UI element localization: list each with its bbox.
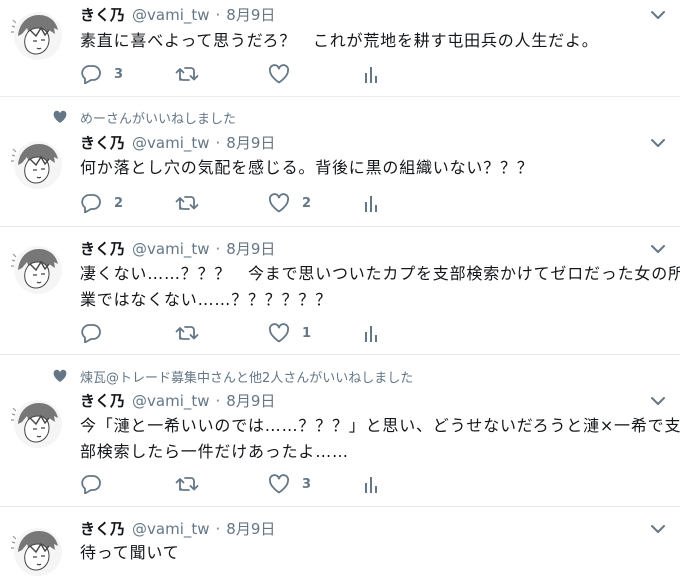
retweet-button[interactable] [175,192,211,214]
analytics-icon [364,323,378,343]
tweet-date[interactable]: 8月9日 [226,390,275,411]
chevron-down-icon[interactable] [650,244,666,256]
tweet-text-line: 凄くない……？？？ 今まで思いついたカプを支部検索かけてゼロだった女の所 [80,264,680,283]
separator: · [215,520,221,538]
retweet-icon [175,194,199,212]
display-name[interactable]: きく乃 [80,390,125,411]
reply-button[interactable]: 2 [80,192,123,214]
social-context: 煉瓦@トレード募集中さんと他2人さんがいいねしました [52,367,413,386]
tweet-header: きく乃 @vami_tw · 8月9日 [80,238,275,260]
tweet-text-line: 部検索したら一件だけあったよ…… [80,442,349,461]
tweet-text-line: 素直に喜べよって思うだろ？ これが荒地を耕す屯田兵の人生だよ。 [80,31,599,50]
tweet-text: 素直に喜べよって思うだろ？ これが荒地を耕す屯田兵の人生だよ。 [80,28,670,54]
separator: · [215,6,221,24]
reply-icon [80,323,102,343]
analytics-icon [364,64,378,84]
avatar[interactable] [8,6,64,62]
tweet-actions: 2 2 [80,192,400,214]
like-count: 2 [302,195,312,211]
heart-icon [268,474,290,494]
separator: · [215,392,221,410]
analytics-button[interactable] [364,473,378,495]
retweet-icon [175,324,199,342]
tweet-text-line: 今「漣と一希いいのでは……？？？」と思い、どうせないだろうと漣×一希で支 [80,416,680,435]
user-handle[interactable]: @vami_tw [132,134,210,152]
tweet-text-line: 待って聞いて [80,543,180,562]
like-button[interactable]: 3 [268,473,311,495]
chevron-down-icon[interactable] [650,524,666,536]
heart-icon [268,323,290,343]
heart-icon [268,64,290,84]
reply-button[interactable] [80,473,114,495]
display-name[interactable]: きく乃 [80,518,125,539]
reply-button[interactable]: 3 [80,63,123,85]
like-count: 1 [302,325,312,341]
tweet-header: きく乃 @vami_tw · 8月9日 [80,390,275,412]
social-context-text[interactable]: 煉瓦@トレード募集中さんと他2人さんがいいねしました [80,367,413,386]
analytics-icon [364,474,378,494]
user-handle[interactable]: @vami_tw [132,6,210,24]
tweet-text: 待って聞いて [80,540,670,566]
heart-filled-icon [52,110,68,124]
tweet[interactable]: 煉瓦@トレード募集中さんと他2人さんがいいねしました きく乃 @vami_tw … [0,356,680,507]
tweet-actions: 3 [80,473,400,495]
separator: · [215,134,221,152]
tweet-header: きく乃 @vami_tw · 8月9日 [80,518,275,540]
tweet-date[interactable]: 8月9日 [226,238,275,259]
like-button[interactable]: 2 [268,192,311,214]
separator: · [215,240,221,258]
social-context: めーさんがいいねしました [52,108,236,127]
reply-count: 2 [114,195,124,211]
avatar[interactable] [8,522,64,578]
like-button[interactable]: 1 [268,322,311,344]
like-button[interactable] [268,63,302,85]
like-count: 3 [302,476,312,492]
analytics-icon [364,193,378,213]
tweet-text: 凄くない……？？？ 今まで思いついたカプを支部検索かけてゼロだった女の所 業では… [80,261,680,313]
retweet-button[interactable] [175,473,211,495]
avatar[interactable] [8,240,64,296]
tweet-date[interactable]: 8月9日 [226,518,275,539]
tweet-date[interactable]: 8月9日 [226,132,275,153]
reply-button[interactable] [80,322,114,344]
reply-icon [80,64,102,84]
avatar[interactable] [8,394,64,450]
retweet-icon [175,475,199,493]
tweet-text-line: 何か落とし穴の気配を感じる。背後に黒の組織いない？？？ [80,158,534,177]
heart-icon [268,193,290,213]
tweet-text: 今「漣と一希いいのでは……？？？」と思い、どうせないだろうと漣×一希で支 部検索… [80,413,680,465]
social-context-text[interactable]: めーさんがいいねしました [80,108,236,127]
tweet-date[interactable]: 8月9日 [226,4,275,25]
user-handle[interactable]: @vami_tw [132,520,210,538]
reply-icon [80,474,102,494]
tweet[interactable]: めーさんがいいねしました きく乃 @vami_tw · 8月9日 何か落とし穴の… [0,98,680,227]
tweet-header: きく乃 @vami_tw · 8月9日 [80,132,275,154]
user-handle[interactable]: @vami_tw [132,240,210,258]
chevron-down-icon[interactable] [650,396,666,408]
chevron-down-icon[interactable] [650,10,666,22]
tweet-actions: 1 [80,322,400,344]
tweet[interactable]: きく乃 @vami_tw · 8月9日 素直に喜べよって思うだろ？ これが荒地を… [0,0,680,97]
display-name[interactable]: きく乃 [80,132,125,153]
display-name[interactable]: きく乃 [80,4,125,25]
retweet-button[interactable] [175,322,211,344]
tweet-actions: 3 [80,63,400,85]
reply-icon [80,193,102,213]
user-handle[interactable]: @vami_tw [132,392,210,410]
tweet[interactable]: きく乃 @vami_tw · 8月9日 待って聞いて [0,508,680,582]
heart-filled-icon [52,369,68,383]
avatar[interactable] [8,135,64,191]
tweet-text: 何か落とし穴の気配を感じる。背後に黒の組織いない？？？ [80,155,670,181]
reply-count: 3 [114,66,124,82]
retweet-icon [175,65,199,83]
display-name[interactable]: きく乃 [80,238,125,259]
tweet[interactable]: きく乃 @vami_tw · 8月9日 凄くない……？？？ 今まで思いついたカプ… [0,228,680,355]
analytics-button[interactable] [364,192,378,214]
chevron-down-icon[interactable] [650,138,666,150]
retweet-button[interactable] [175,63,211,85]
tweet-text-line: 業ではなくない……？？？？？？ [80,290,333,309]
analytics-button[interactable] [364,63,378,85]
analytics-button[interactable] [364,322,378,344]
tweet-header: きく乃 @vami_tw · 8月9日 [80,4,275,26]
